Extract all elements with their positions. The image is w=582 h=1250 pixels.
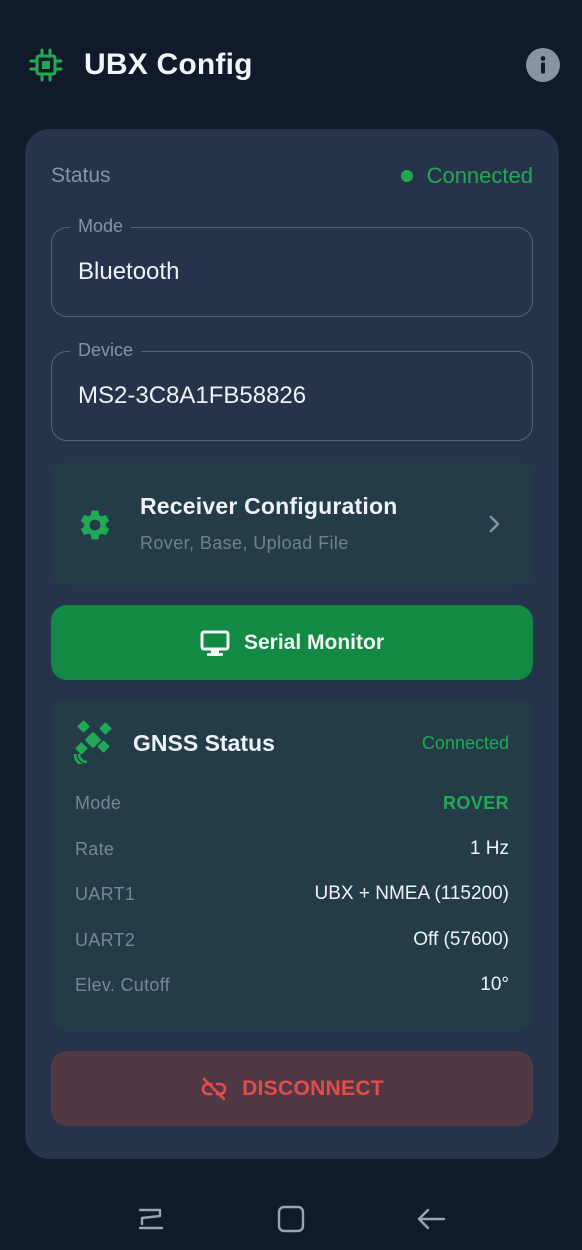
receiver-configuration-button[interactable]: Receiver Configuration Rover, Base, Uplo… — [51, 463, 533, 585]
system-nav-bar — [0, 1188, 582, 1250]
disconnect-label: DISCONNECT — [242, 1076, 384, 1100]
back-icon[interactable] — [414, 1202, 448, 1236]
gnss-key: UART2 — [75, 929, 136, 950]
mode-field-label: Mode — [70, 216, 132, 237]
status-value: Connected — [426, 163, 533, 188]
app-header: UBX Config — [28, 36, 560, 94]
gear-icon — [80, 510, 110, 540]
satellite-icon — [73, 720, 112, 764]
mode-field[interactable]: Mode Bluetooth — [51, 216, 533, 317]
gnss-row-uart2: UART2 Off (57600) — [75, 927, 509, 953]
gnss-row-rate: Rate 1 Hz — [75, 836, 509, 862]
gnss-value: 10° — [480, 974, 509, 995]
serial-monitor-label: Serial Monitor — [243, 630, 385, 654]
status-label: Status — [51, 164, 111, 187]
gnss-row-elev-cutoff: Elev. Cutoff 10° — [75, 972, 509, 998]
gnss-key: Elev. Cutoff — [75, 974, 170, 995]
serial-monitor-button[interactable]: Serial Monitor — [51, 605, 533, 680]
chip-icon — [28, 47, 64, 83]
status-indicator: Connected — [400, 163, 533, 189]
gnss-status-title: GNSS Status — [133, 730, 275, 756]
app-screen: UBX Config Status Connected Mode Bluetoo… — [0, 0, 582, 1250]
device-field-label: Device — [70, 340, 142, 361]
gnss-row-mode: Mode ROVER — [75, 790, 509, 816]
connection-card: Status Connected Mode Bluetooth Device M… — [25, 129, 559, 1159]
link-off-icon — [201, 1077, 227, 1100]
gnss-value: Off (57600) — [413, 929, 509, 950]
recent-apps-icon[interactable] — [134, 1202, 168, 1236]
info-button[interactable] — [526, 48, 560, 82]
gnss-value: ROVER — [442, 792, 509, 813]
gnss-key: UART1 — [75, 883, 136, 904]
status-dot-icon — [400, 170, 413, 182]
gnss-row-uart1: UART1 UBX + NMEA (115200) — [75, 881, 509, 907]
receiver-configuration-subtitle: Rover, Base, Upload File — [140, 533, 349, 553]
chevron-right-icon — [489, 515, 500, 533]
home-icon[interactable] — [274, 1202, 308, 1236]
status-row: Status Connected — [51, 161, 533, 191]
monitor-icon — [200, 630, 230, 656]
device-field[interactable]: Device MS2-3C8A1FB58826 — [51, 340, 533, 441]
mode-field-value: Bluetooth — [78, 258, 180, 285]
app-title: UBX Config — [84, 48, 253, 81]
receiver-configuration-title: Receiver Configuration — [140, 493, 398, 519]
gnss-key: Rate — [75, 838, 115, 859]
gnss-status-panel: GNSS Status Connected Mode ROVER Rate 1 … — [51, 700, 533, 1031]
gnss-value: UBX + NMEA (115200) — [314, 883, 510, 904]
gnss-key: Mode — [75, 792, 122, 813]
device-field-value: MS2-3C8A1FB58826 — [78, 382, 307, 409]
disconnect-button[interactable]: DISCONNECT — [51, 1051, 533, 1126]
gnss-value: 1 Hz — [469, 838, 509, 859]
info-icon — [540, 56, 546, 74]
gnss-connection-status: Connected — [421, 733, 509, 753]
